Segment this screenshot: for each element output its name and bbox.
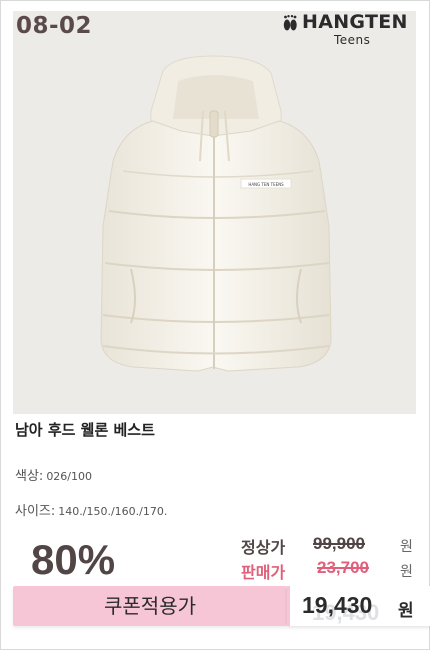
product-title[interactable]: 남아 후드 웰론 베스트 (15, 419, 155, 440)
garment-tag-text: HANG TEN TEENS (248, 182, 284, 187)
product-image[interactable]: HANG TEN TEENS 08-02 HANGTEN Teens (13, 11, 416, 414)
product-code: 08-02 (16, 13, 93, 39)
color-label: 색상 (15, 469, 39, 484)
sale-price-label: 판매가 (241, 563, 286, 582)
brand-logo: HANGTEN Teens (280, 11, 410, 51)
final-price: 19,430 (302, 592, 373, 618)
final-price-box: 19,430 19,430 원 (287, 586, 430, 626)
final-price-unit: 원 (398, 601, 414, 621)
sale-price: 23,700 (317, 558, 369, 577)
color-option: 색상: 026/100 (15, 465, 92, 484)
size-option: 사이즈: 140./150./160./170. (15, 500, 167, 519)
product-card[interactable]: HANG TEN TEENS 08-02 HANGTEN Teens 남아 후드… (0, 0, 430, 650)
size-value: 140./150./160./170. (58, 505, 168, 518)
brand-subline: Teens (334, 33, 371, 47)
color-value: 026/100 (46, 470, 93, 483)
coupon-price-label: 쿠폰적용가 (104, 594, 196, 618)
regular-price: 99,900 (313, 534, 365, 553)
size-label: 사이즈 (15, 504, 51, 519)
discount-rate: 80% (31, 536, 116, 583)
regular-price-label: 정상가 (241, 538, 286, 557)
sale-price-unit: 원 (400, 564, 413, 580)
color-colon: : (38, 469, 44, 484)
brand-name: HANGTEN (302, 11, 408, 33)
vest-illustration: HANG TEN TEENS (100, 55, 332, 372)
size-colon: : (50, 504, 56, 519)
coupon-price-button[interactable]: 쿠폰적용가 (13, 586, 287, 626)
regular-price-unit: 원 (400, 539, 413, 555)
footprint-icon (283, 15, 297, 31)
